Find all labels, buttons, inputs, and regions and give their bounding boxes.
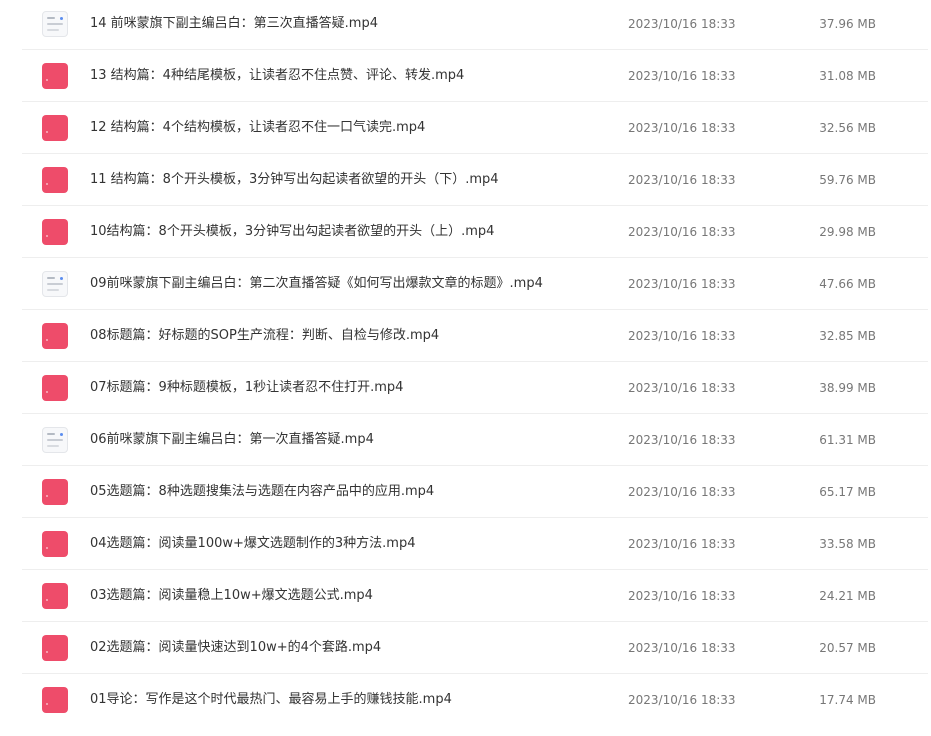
file-size: 31.08 MB — [819, 69, 876, 83]
file-size: 33.58 MB — [819, 537, 876, 551]
file-name[interactable]: 03选题篇：阅读量稳上10w+爆文选题公式.mp4 — [90, 570, 373, 622]
video-file-icon — [42, 479, 68, 505]
file-name[interactable]: 07标题篇：9种标题模板，1秒让读者忍不住打开.mp4 — [90, 362, 403, 414]
file-date: 2023/10/16 18:33 — [628, 277, 736, 291]
video-file-icon — [42, 115, 68, 141]
file-date: 2023/10/16 18:33 — [628, 329, 736, 343]
file-row[interactable]: 11 结构篇：8个开头模板，3分钟写出勾起读者欲望的开头（下）.mp4 2023… — [22, 154, 928, 206]
file-name[interactable]: 01导论：写作是这个时代最热门、最容易上手的赚钱技能.mp4 — [90, 674, 452, 726]
file-row[interactable]: 12 结构篇：4个结构模板，让读者忍不住一口气读完.mp4 2023/10/16… — [22, 102, 928, 154]
video-file-icon — [42, 63, 68, 89]
video-file-icon — [42, 323, 68, 349]
file-size: 47.66 MB — [819, 277, 876, 291]
file-date: 2023/10/16 18:33 — [628, 537, 736, 551]
file-date: 2023/10/16 18:33 — [628, 433, 736, 447]
file-size: 61.31 MB — [819, 433, 876, 447]
file-row[interactable]: 05选题篇：8种选题搜集法与选题在内容产品中的应用.mp4 2023/10/16… — [22, 466, 928, 518]
file-row[interactable]: 08标题篇：好标题的SOP生产流程：判断、自检与修改.mp4 2023/10/1… — [22, 310, 928, 362]
file-row[interactable]: 03选题篇：阅读量稳上10w+爆文选题公式.mp4 2023/10/16 18:… — [22, 570, 928, 622]
video-file-icon — [42, 583, 68, 609]
file-size: 65.17 MB — [819, 485, 876, 499]
file-date: 2023/10/16 18:33 — [628, 589, 736, 603]
file-name[interactable]: 02选题篇：阅读量快速达到10w+的4个套路.mp4 — [90, 622, 381, 674]
video-file-icon — [42, 167, 68, 193]
file-date: 2023/10/16 18:33 — [628, 17, 736, 31]
file-date: 2023/10/16 18:33 — [628, 121, 736, 135]
file-row[interactable]: 06前咪蒙旗下副主编吕白：第一次直播答疑.mp4 2023/10/16 18:3… — [22, 414, 928, 466]
file-name[interactable]: 05选题篇：8种选题搜集法与选题在内容产品中的应用.mp4 — [90, 466, 434, 518]
file-size: 29.98 MB — [819, 225, 876, 239]
file-name[interactable]: 04选题篇：阅读量100w+爆文选题制作的3种方法.mp4 — [90, 518, 415, 570]
file-list: 14 前咪蒙旗下副主编吕白：第三次直播答疑.mp4 2023/10/16 18:… — [0, 0, 931, 734]
video-thumbnail-icon — [42, 427, 68, 453]
file-size: 32.56 MB — [819, 121, 876, 135]
file-row[interactable]: 01导论：写作是这个时代最热门、最容易上手的赚钱技能.mp4 2023/10/1… — [22, 674, 928, 726]
file-date: 2023/10/16 18:33 — [628, 693, 736, 707]
file-name[interactable]: 14 前咪蒙旗下副主编吕白：第三次直播答疑.mp4 — [90, 0, 378, 50]
file-name[interactable]: 06前咪蒙旗下副主编吕白：第一次直播答疑.mp4 — [90, 414, 374, 466]
file-size: 24.21 MB — [819, 589, 876, 603]
video-file-icon — [42, 219, 68, 245]
file-size: 32.85 MB — [819, 329, 876, 343]
file-name[interactable]: 09前咪蒙旗下副主编吕白：第二次直播答疑《如何写出爆款文章的标题》.mp4 — [90, 258, 543, 310]
file-row[interactable]: 14 前咪蒙旗下副主编吕白：第三次直播答疑.mp4 2023/10/16 18:… — [22, 0, 928, 50]
video-thumbnail-icon — [42, 271, 68, 297]
file-date: 2023/10/16 18:33 — [628, 381, 736, 395]
file-name[interactable]: 13 结构篇：4种结尾模板，让读者忍不住点赞、评论、转发.mp4 — [90, 50, 464, 102]
video-file-icon — [42, 531, 68, 557]
file-name[interactable]: 11 结构篇：8个开头模板，3分钟写出勾起读者欲望的开头（下）.mp4 — [90, 154, 499, 206]
file-size: 59.76 MB — [819, 173, 876, 187]
file-date: 2023/10/16 18:33 — [628, 69, 736, 83]
file-row[interactable]: 07标题篇：9种标题模板，1秒让读者忍不住打开.mp4 2023/10/16 1… — [22, 362, 928, 414]
video-thumbnail-icon — [42, 11, 68, 37]
file-row[interactable]: 02选题篇：阅读量快速达到10w+的4个套路.mp4 2023/10/16 18… — [22, 622, 928, 674]
video-file-icon — [42, 375, 68, 401]
file-row[interactable]: 10结构篇：8个开头模板，3分钟写出勾起读者欲望的开头（上）.mp4 2023/… — [22, 206, 928, 258]
file-size: 17.74 MB — [819, 693, 876, 707]
file-name[interactable]: 08标题篇：好标题的SOP生产流程：判断、自检与修改.mp4 — [90, 310, 439, 362]
file-size: 20.57 MB — [819, 641, 876, 655]
file-row[interactable]: 09前咪蒙旗下副主编吕白：第二次直播答疑《如何写出爆款文章的标题》.mp4 20… — [22, 258, 928, 310]
file-date: 2023/10/16 18:33 — [628, 641, 736, 655]
video-file-icon — [42, 687, 68, 713]
video-file-icon — [42, 635, 68, 661]
file-name[interactable]: 10结构篇：8个开头模板，3分钟写出勾起读者欲望的开头（上）.mp4 — [90, 206, 494, 258]
file-size: 38.99 MB — [819, 381, 876, 395]
file-name[interactable]: 12 结构篇：4个结构模板，让读者忍不住一口气读完.mp4 — [90, 102, 425, 154]
file-row[interactable]: 04选题篇：阅读量100w+爆文选题制作的3种方法.mp4 2023/10/16… — [22, 518, 928, 570]
file-row[interactable]: 13 结构篇：4种结尾模板，让读者忍不住点赞、评论、转发.mp4 2023/10… — [22, 50, 928, 102]
file-date: 2023/10/16 18:33 — [628, 173, 736, 187]
file-size: 37.96 MB — [819, 17, 876, 31]
file-date: 2023/10/16 18:33 — [628, 225, 736, 239]
file-date: 2023/10/16 18:33 — [628, 485, 736, 499]
